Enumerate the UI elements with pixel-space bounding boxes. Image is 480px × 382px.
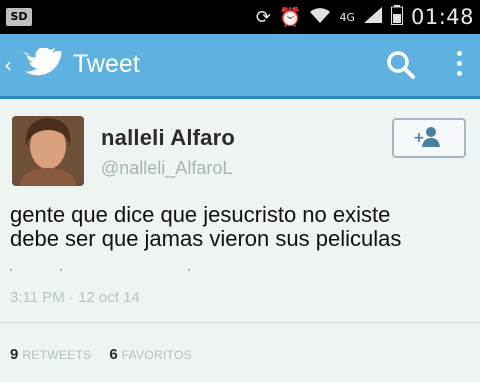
battery-icon [390,4,403,30]
tweet-text-line: gente que dice que jesucristo no existe [10,202,391,227]
status-bar: SD ⟳ ⏰ 4G 01:48 [0,0,480,34]
author-handle[interactable]: @nalleli_AlfaroL [101,158,232,179]
twitter-bird-icon[interactable] [22,48,62,82]
tweet-text: gente que dice que jesucristo no existe … [10,203,470,251]
sync-icon: ⟳ [255,6,272,28]
favorites-label[interactable]: FAVORITOS [122,348,192,362]
overflow-menu-icon[interactable] [452,48,466,84]
status-icons: ⟳ ⏰ 4G 01:48 [256,0,474,34]
author-name[interactable]: nalleli Alfaro [101,125,235,151]
data-icon: 4G [339,10,355,24]
back-chevron-icon[interactable]: ‹ [4,53,12,77]
retweets-label[interactable]: RETWEETS [22,348,91,362]
tweet-text-line: debe ser que jamas vieron sus peliculas [10,226,402,251]
sim-icon: SD [6,8,32,26]
clock: 01:48 [410,5,474,29]
app-bar: ‹ Tweet [0,34,480,99]
search-icon[interactable] [384,48,418,82]
alarm-icon: ⏰ [279,6,302,28]
tweet-stats: 9 RETWEETS 6 FAVORITOS [10,346,206,363]
screen-title: Tweet [73,50,140,78]
retweets-count[interactable]: 9 [10,346,18,363]
follow-button[interactable]: + [392,118,466,158]
add-user-icon: + [413,127,440,147]
signal-icon [363,6,383,29]
favorites-count[interactable]: 6 [109,346,117,363]
avatar[interactable] [12,116,84,186]
tweet-timestamp: 3:11 PM · 12 oct 14 [10,289,140,306]
decorative-dots [10,269,190,271]
divider [0,322,480,323]
wifi-icon [309,6,331,29]
